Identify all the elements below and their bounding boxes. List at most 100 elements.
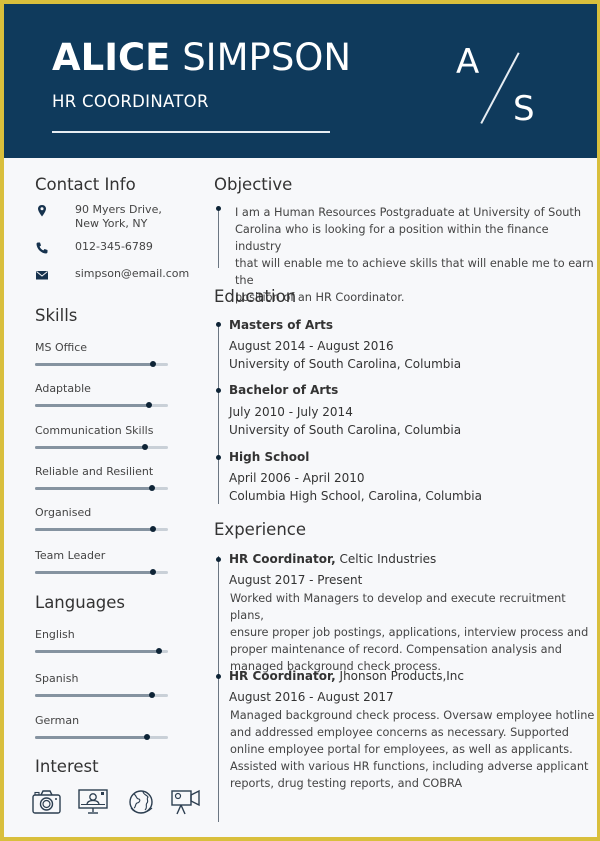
resume-page: ALICE SIMPSON HR COORDINATOR A S Contact… — [4, 4, 597, 837]
resume-header: ALICE SIMPSON HR COORDINATOR A S — [4, 4, 597, 158]
education-bullet — [216, 322, 221, 327]
phone-icon — [36, 242, 48, 254]
education-degree: Masters of Arts — [229, 318, 334, 332]
skill-level-bar — [35, 485, 168, 491]
experience-company: Celtic Industries — [335, 552, 437, 566]
email-icon — [36, 271, 48, 280]
address-line-1: 90 Myers Drive, — [75, 203, 162, 216]
skill-level-fill — [35, 446, 146, 449]
experience-line: Assisted with various HR functions, incl… — [230, 760, 589, 773]
monogram-first: A — [456, 42, 480, 82]
objective-line: I am a Human Resources Postgraduate at U… — [235, 206, 581, 219]
experience-bullet — [216, 557, 221, 562]
education-dates: April 2006 - April 2010 — [229, 471, 365, 485]
education-dates: August 2014 - August 2016 — [229, 339, 394, 353]
header-divider — [52, 131, 330, 133]
computer-user-icon — [78, 789, 108, 814]
skill-level-fill — [35, 528, 154, 531]
address-line-2: New York, NY — [75, 217, 148, 230]
map-pin-icon — [38, 205, 46, 217]
objective-timeline — [218, 210, 219, 268]
education-dates: July 2010 - July 2014 — [229, 405, 353, 419]
experience-line: ensure proper job postings, applications… — [230, 626, 589, 639]
objective-line: that will enable me to achieve skills th… — [235, 257, 594, 287]
language-level-knob — [143, 734, 150, 740]
skill-item: MS Office — [35, 341, 175, 367]
education-degree: High School — [229, 450, 310, 464]
skill-label: MS Office — [35, 341, 88, 354]
language-label: English — [35, 628, 75, 641]
language-item: German — [35, 714, 175, 740]
skill-label: Adaptable — [35, 382, 91, 395]
skill-item: Team Leader — [35, 549, 175, 575]
experience-line: online employee portal for employees, as… — [230, 743, 573, 756]
job-title: HR COORDINATOR — [52, 92, 209, 111]
skill-level-knob — [150, 361, 157, 367]
language-label: Spanish — [35, 672, 79, 685]
skill-level-fill — [35, 571, 154, 574]
language-level-fill — [35, 650, 159, 653]
experience-description: Managed background check process. Oversa… — [230, 707, 595, 792]
skill-label: Communication Skills — [35, 424, 154, 437]
experience-heading: HR Coordinator, Celtic Industries — [229, 552, 437, 566]
interest-title: Interest — [35, 757, 99, 776]
experience-line: Worked with Managers to develop and exec… — [230, 592, 566, 622]
education-bullet — [216, 388, 221, 393]
last-name: SIMPSON — [182, 36, 352, 79]
language-level-fill — [35, 736, 147, 739]
skill-label: Reliable and Resilient — [35, 465, 154, 478]
address-text: 90 Myers Drive, New York, NY — [75, 203, 162, 231]
phone-text: 012-345-6789 — [75, 240, 153, 253]
skill-label: Organised — [35, 506, 92, 519]
skills-title: Skills — [35, 306, 78, 325]
language-level-fill — [35, 694, 153, 697]
language-level-knob — [155, 648, 162, 654]
objective-line: Carolina who is looking for a position w… — [235, 223, 549, 253]
skill-level-knob — [150, 526, 157, 532]
skill-level-fill — [35, 404, 150, 407]
experience-description: Worked with Managers to develop and exec… — [230, 590, 595, 675]
experience-line: proper maintenance of record. Compensati… — [230, 643, 562, 656]
objective-title: Objective — [214, 175, 293, 194]
experience-line: reports, drug testing reports, and COBRA — [230, 777, 463, 790]
language-item: Spanish — [35, 672, 175, 698]
skill-level-bar — [35, 444, 168, 450]
skill-level-bar — [35, 361, 168, 367]
skill-label: Team Leader — [35, 549, 106, 562]
skill-item: Communication Skills — [35, 424, 175, 450]
contact-title: Contact Info — [35, 175, 136, 194]
camera-icon — [32, 790, 61, 814]
skill-level-knob — [146, 402, 153, 408]
education-school: University of South Carolina, Columbia — [229, 423, 462, 437]
experience-company: Jhonson Products,Inc — [335, 669, 465, 683]
experience-dates: August 2016 - August 2017 — [229, 690, 394, 704]
skill-item: Reliable and Resilient — [35, 465, 175, 491]
skill-item: Organised — [35, 506, 175, 532]
education-title: Education — [214, 287, 297, 306]
education-school: Columbia High School, Carolina, Columbia — [229, 489, 482, 503]
education-degree: Bachelor of Arts — [229, 383, 339, 397]
experience-title: Experience — [214, 520, 307, 539]
education-school: University of South Carolina, Columbia — [229, 357, 462, 371]
email-text: simpson@email.com — [75, 267, 190, 280]
objective-bullet — [216, 206, 221, 211]
video-camera-icon — [171, 789, 200, 815]
languages-title: Languages — [35, 593, 126, 612]
language-label: German — [35, 714, 80, 727]
skill-level-fill — [35, 487, 153, 490]
experience-timeline — [218, 556, 219, 822]
skill-level-bar — [35, 402, 168, 408]
skill-level-knob — [150, 569, 157, 575]
education-timeline — [218, 322, 219, 504]
experience-heading: HR Coordinator, Jhonson Products,Inc — [229, 669, 465, 683]
skill-level-fill — [35, 363, 154, 366]
language-level-knob — [149, 692, 156, 698]
monogram-second: S — [513, 89, 535, 129]
experience-line: and addressed employee concerns as neces… — [230, 726, 569, 739]
education-bullet — [216, 455, 221, 460]
experience-dates: August 2017 - Present — [229, 573, 363, 587]
skill-level-bar — [35, 569, 168, 575]
language-level-bar — [35, 734, 168, 740]
language-item: English — [35, 628, 175, 654]
experience-bullet — [216, 674, 221, 679]
